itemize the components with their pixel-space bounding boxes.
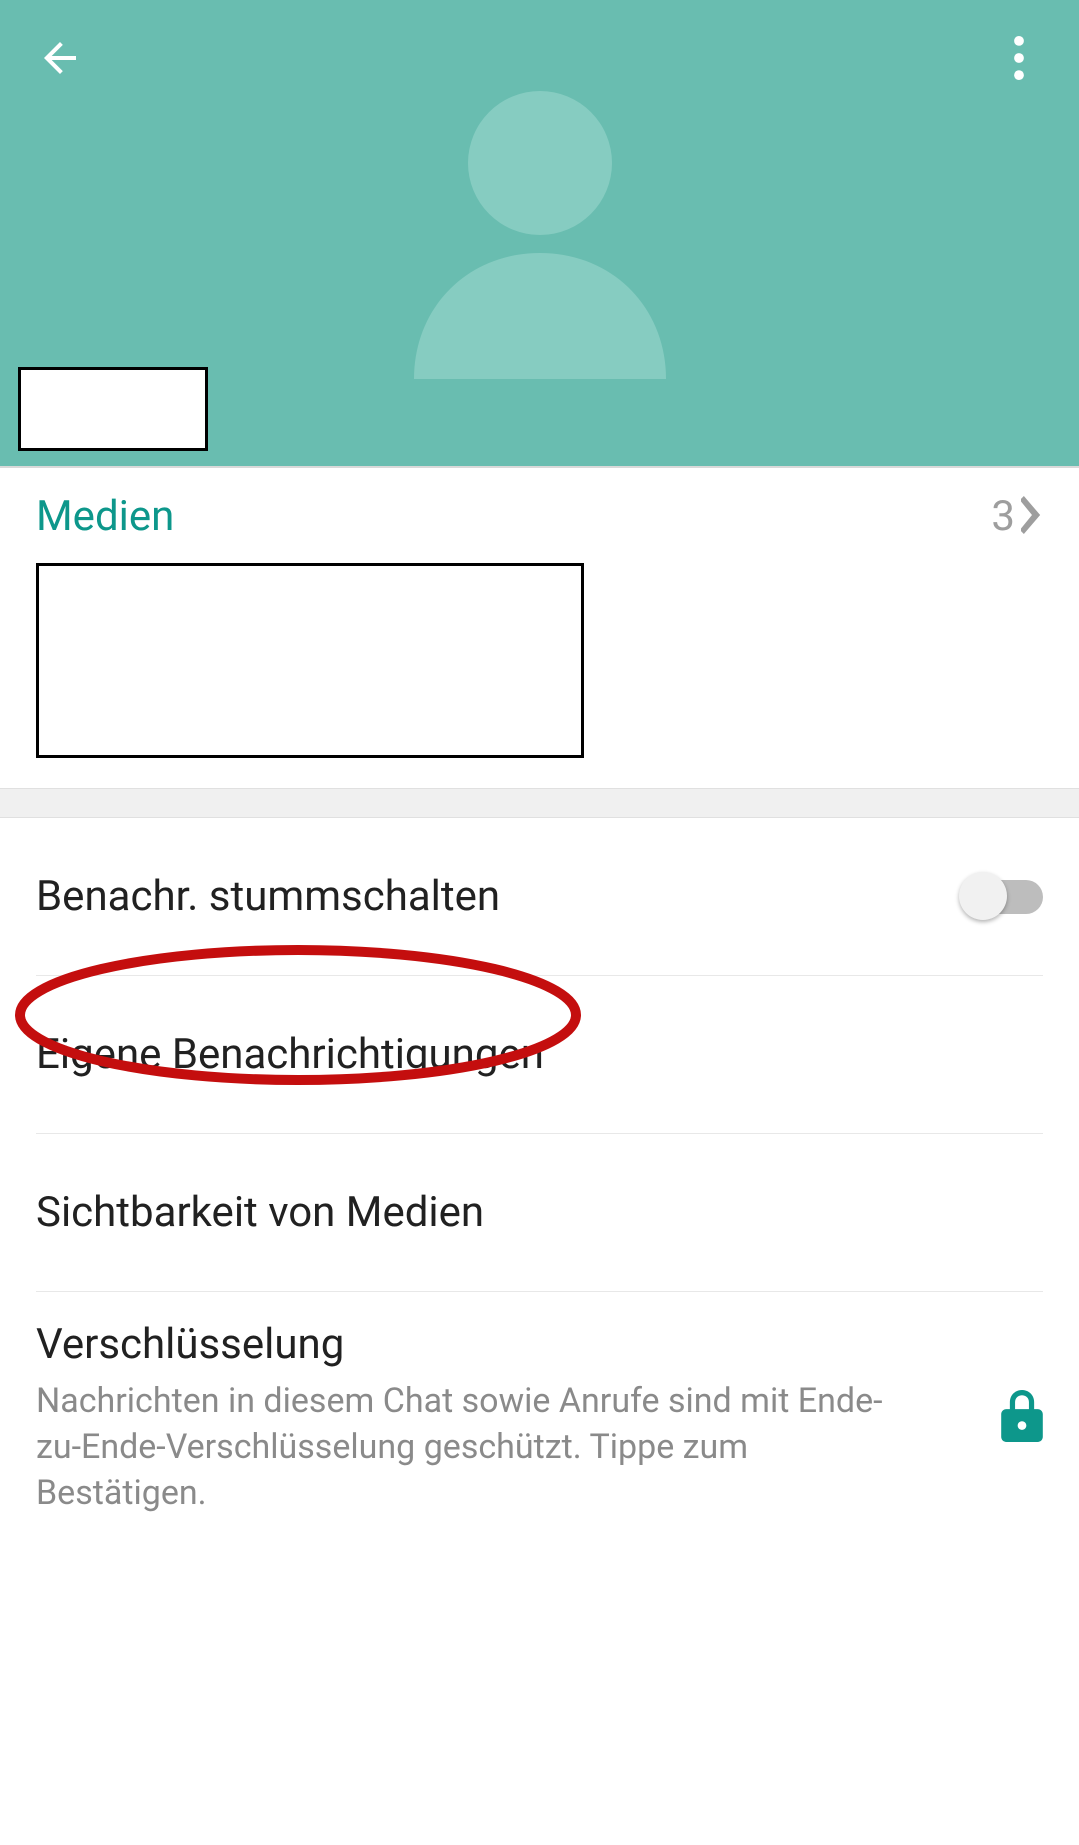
settings-list: Benachr. stummschalten Eigene Benachrich…: [0, 818, 1079, 1545]
encryption-label: Verschlüsselung: [36, 1320, 896, 1369]
media-thumbnails-redaction: [36, 563, 584, 758]
section-divider: [0, 788, 1079, 818]
avatar-placeholder: [390, 85, 690, 385]
mute-toggle[interactable]: [965, 880, 1043, 914]
more-vert-icon: [1014, 36, 1024, 84]
toggle-knob: [959, 872, 1007, 920]
mute-notifications-row[interactable]: Benachr. stummschalten: [36, 818, 1043, 976]
encryption-sub: Nachrichten in diesem Chat sowie Anrufe …: [36, 1379, 896, 1517]
media-section: Medien 3: [0, 468, 1079, 788]
media-visibility-row[interactable]: Sichtbarkeit von Medien: [36, 1134, 1043, 1292]
arrow-left-icon: [36, 34, 84, 86]
custom-notifications-row[interactable]: Eigene Benachrichtigungen: [36, 976, 1043, 1134]
chevron-right-icon: [1021, 496, 1043, 538]
encryption-text: Verschlüsselung Nachrichten in diesem Ch…: [36, 1320, 896, 1517]
profile-header: [0, 0, 1079, 468]
lock-icon: [1001, 1390, 1043, 1446]
overflow-menu-button[interactable]: [989, 30, 1049, 90]
media-visibility-label: Sichtbarkeit von Medien: [36, 1188, 484, 1237]
encryption-row[interactable]: Verschlüsselung Nachrichten in diesem Ch…: [36, 1292, 1043, 1545]
contact-name-redaction: [18, 367, 208, 451]
media-row[interactable]: Medien 3: [36, 492, 1043, 541]
media-count-wrap: 3: [991, 492, 1043, 541]
back-button[interactable]: [30, 30, 90, 90]
custom-notifications-label: Eigene Benachrichtigungen: [36, 1030, 544, 1079]
mute-label: Benachr. stummschalten: [36, 872, 500, 921]
media-count: 3: [991, 492, 1015, 541]
media-label: Medien: [36, 492, 174, 541]
